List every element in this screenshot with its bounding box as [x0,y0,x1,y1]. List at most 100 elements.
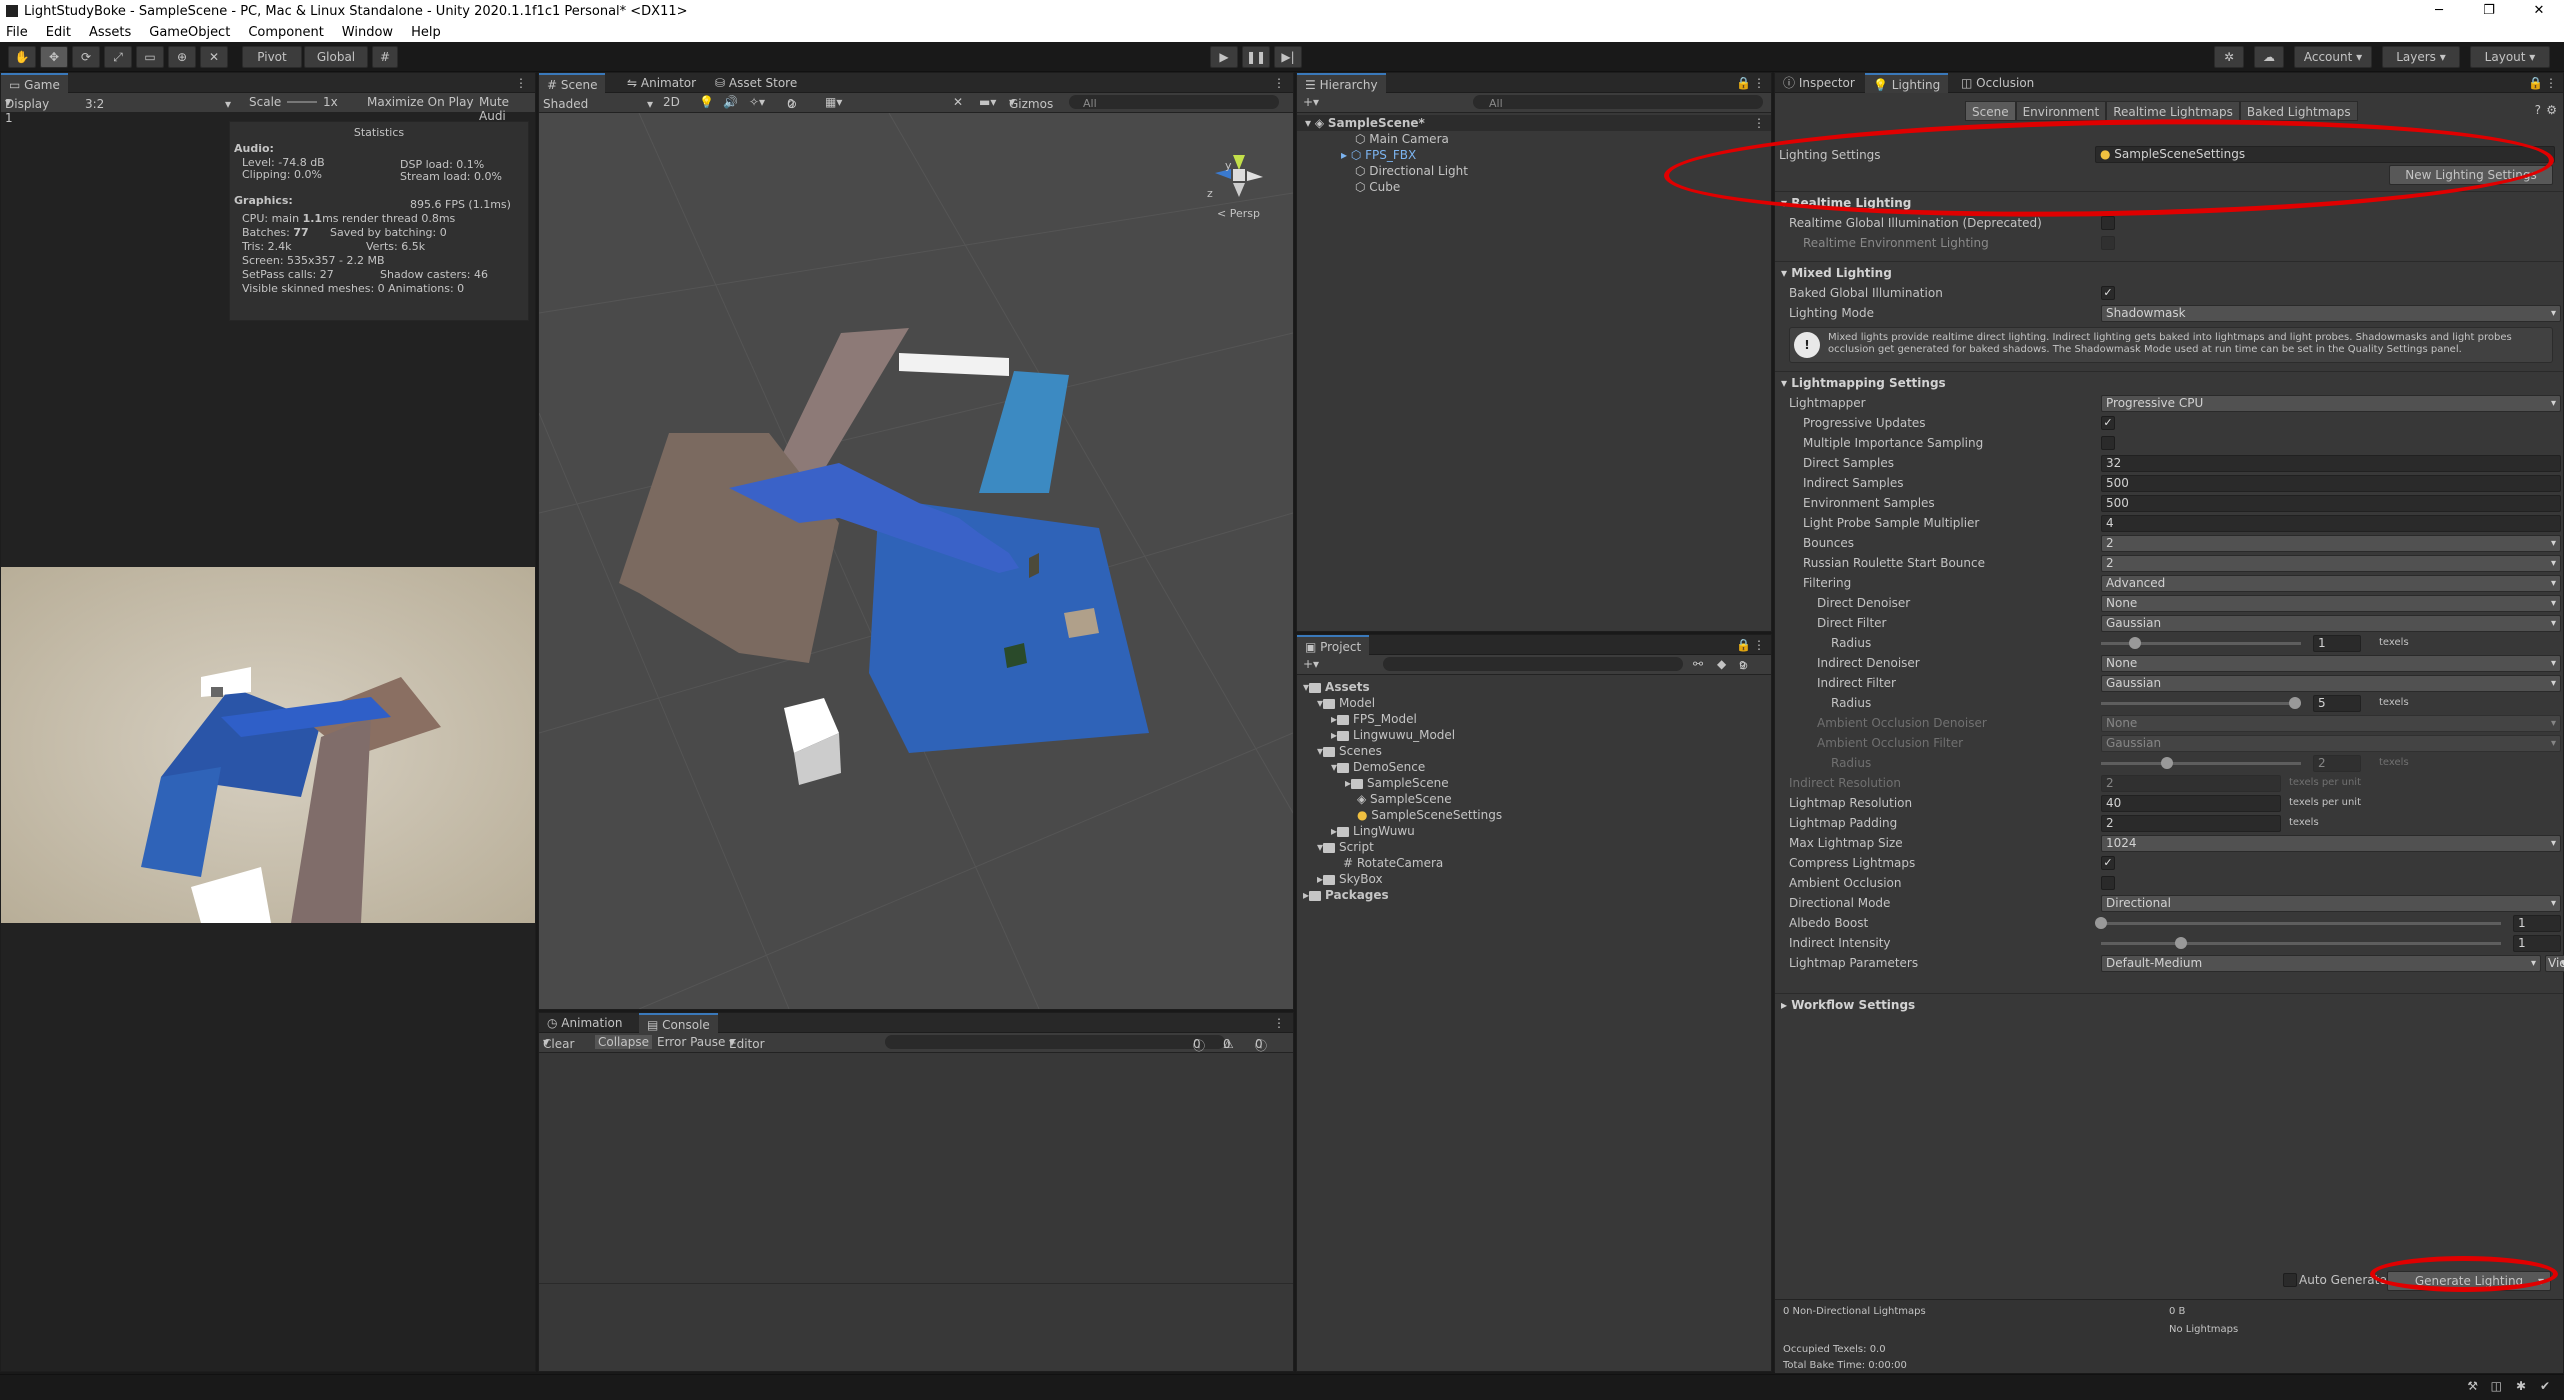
collab-status-icon[interactable]: ✔ [2540,1379,2550,1393]
lightmapping-number-field[interactable]: 2 [2101,815,2281,832]
auto-generate-checkbox[interactable] [2283,1273,2297,1287]
lightmapping-dropdown[interactable]: None [2101,655,2561,672]
panel-menu-icon[interactable]: ⋮ [515,76,527,90]
project-folder-demosence[interactable]: ▾ DemoSence [1331,759,1425,775]
project-folder-skybox[interactable]: ▸ SkyBox [1317,871,1383,887]
settings-gear-icon[interactable]: ⚙ [2546,103,2557,117]
project-scene-samplescene[interactable]: ◈ SampleScene [1357,791,1452,807]
lightmapping-number-field[interactable]: 1 [2513,935,2561,952]
lightmapping-dropdown[interactable]: Advanced [2101,575,2561,592]
create-dropdown[interactable]: +▾ [1303,95,1319,109]
tab-hierarchy[interactable]: ☰ Hierarchy [1297,73,1386,93]
menu-file[interactable]: File [6,25,28,40]
project-folder-scenes[interactable]: ▾ Scenes [1317,743,1382,759]
lightmapping-number-field[interactable]: 4 [2101,515,2561,532]
menu-gameobject[interactable]: GameObject [149,25,230,40]
layout-dropdown[interactable]: Layout ▾ [2470,46,2550,68]
project-folder-script[interactable]: ▾ Script [1317,839,1374,855]
tab-asset-store[interactable]: ⛁ Asset Store [707,73,805,93]
lightmapping-number-field[interactable]: 1 [2313,635,2361,652]
tab-console[interactable]: ▤ Console [639,1013,718,1033]
scene-orientation-gizmo[interactable] [1215,155,1263,197]
project-asset-samplescenesettings[interactable]: ● SampleSceneSettings [1357,807,1502,823]
subtab-environment[interactable]: Environment [2015,101,2107,121]
menu-edit[interactable]: Edit [46,25,71,40]
lightmapping-number-field[interactable]: 1 [2513,915,2561,932]
subtab-baked-lightmaps[interactable]: Baked Lightmaps [2239,101,2358,121]
filter-type-icon[interactable]: ⚯ [1693,657,1703,671]
progress-icon[interactable]: ⚒ [2467,1379,2478,1393]
custom-tool-icon[interactable]: ✕ [200,46,228,68]
lightmapping-dropdown[interactable]: 1024 [2101,835,2561,852]
workflow-settings-foldout[interactable]: ▸ Workflow Settings [1775,993,2563,1015]
menu-component[interactable]: Component [248,25,323,40]
hierarchy-scene-root[interactable]: ▾ ◈ SampleScene* ⋮ [1297,115,1771,131]
slider-handle[interactable] [2175,937,2187,949]
layers-dropdown[interactable]: Layers ▾ [2382,46,2460,68]
hierarchy-item-main-camera[interactable]: ⬡ Main Camera [1355,131,1449,147]
tab-animator[interactable]: ⇋ Animator [619,73,704,93]
filter-label-icon[interactable]: ◆ [1717,657,1726,671]
lightmapping-checkbox[interactable] [2101,876,2115,890]
lightmapping-number-field[interactable]: 2 [2101,775,2281,792]
project-folder-fps-model[interactable]: ▸ FPS_Model [1331,711,1417,727]
tools-icon[interactable]: ✕ [953,95,963,109]
create-dropdown[interactable]: +▾ [1303,657,1319,671]
lightmapping-number-field[interactable]: 5 [2313,695,2361,712]
project-folder-assets[interactable]: ▾ Assets [1303,679,1370,695]
lightmapping-slider[interactable] [2101,697,2301,709]
project-folder-lingwuwu-model[interactable]: ▸ Lingwuwu_Model [1331,727,1455,743]
hand-tool-icon[interactable]: ✋ [8,46,36,68]
hierarchy-item-directional-light[interactable]: ⬡ Directional Light [1355,163,1468,179]
tab-lighting[interactable]: 💡 Lighting [1865,73,1949,93]
lightmapping-number-field[interactable]: 32 [2101,455,2561,472]
view-button[interactable]: View [2545,955,2564,972]
clear-button[interactable]: Clear ▾ [543,1035,574,1051]
lightmapping-slider[interactable] [2101,637,2301,649]
project-folder-samplescene[interactable]: ▸ SampleScene [1345,775,1449,791]
lightmapping-checkbox[interactable] [2101,436,2115,450]
menu-window[interactable]: Window [342,25,393,40]
project-script-rotatecamera[interactable]: # RotateCamera [1343,855,1443,871]
effects-dropdown-icon[interactable]: ✧▾ [749,95,765,109]
maximize-button[interactable]: ❐ [2464,0,2514,22]
project-folder-model[interactable]: ▾ Model [1317,695,1375,711]
projection-label[interactable]: < Persp [1217,207,1260,220]
tab-project[interactable]: ▣ Project [1297,635,1370,655]
slider-handle[interactable] [2129,637,2141,649]
lighting-mode-dropdown[interactable]: Shadowmask [2101,305,2561,322]
lightmapping-number-field[interactable]: 500 [2101,495,2561,512]
realtime-gi-checkbox[interactable] [2101,216,2115,230]
collab-icon[interactable]: ✲ [2214,46,2244,68]
hierarchy-item-cube[interactable]: ⬡ Cube [1355,179,1400,195]
slider-handle[interactable] [2095,917,2107,929]
console-search-input[interactable] [885,1035,1225,1049]
maximize-on-play-toggle[interactable]: Maximize On Play [367,95,474,109]
collapse-toggle[interactable]: Collapse [595,1035,652,1049]
pause-button[interactable]: ❚❚ [1242,46,1270,68]
account-dropdown[interactable]: Account ▾ [2294,46,2372,68]
menu-assets[interactable]: Assets [89,25,131,40]
transform-tool-icon[interactable]: ⊕ [168,46,196,68]
slider-handle[interactable] [2161,757,2173,769]
realtime-env-checkbox[interactable] [2101,236,2115,250]
scene-search-input[interactable]: All [1069,95,1279,110]
grid-toggle-icon[interactable]: ▦▾ [825,95,842,109]
lock-icon[interactable]: 🔒 [2528,76,2543,90]
minimize-button[interactable]: ─ [2414,0,2464,22]
close-button[interactable]: ✕ [2514,0,2564,22]
lightmapping-slider[interactable] [2095,917,2501,929]
panel-menu-icon[interactable]: ⋮ [1753,638,1765,652]
lightmapping-number-field[interactable]: 2 [2313,755,2361,772]
hierarchy-item-fps-fbx[interactable]: ▸ ⬡ FPS_FBX [1341,147,1416,163]
audio-toggle-icon[interactable]: 🔊 [723,95,738,109]
project-folder-lingwuwu[interactable]: ▸ LingWuwu [1331,823,1415,839]
slider-handle[interactable] [2289,697,2301,709]
panel-menu-icon[interactable]: ⋮ [1273,76,1285,90]
project-folder-packages[interactable]: ▸ Packages [1303,887,1389,903]
panel-menu-icon[interactable]: ⋮ [1273,1016,1285,1030]
help-icon[interactable]: ? [2535,103,2541,117]
lightmapping-dropdown[interactable]: Gaussian [2101,675,2561,692]
lightmapping-dropdown[interactable]: Default-Medium [2101,955,2541,972]
lightmapping-dropdown[interactable]: Progressive CPU [2101,395,2561,412]
